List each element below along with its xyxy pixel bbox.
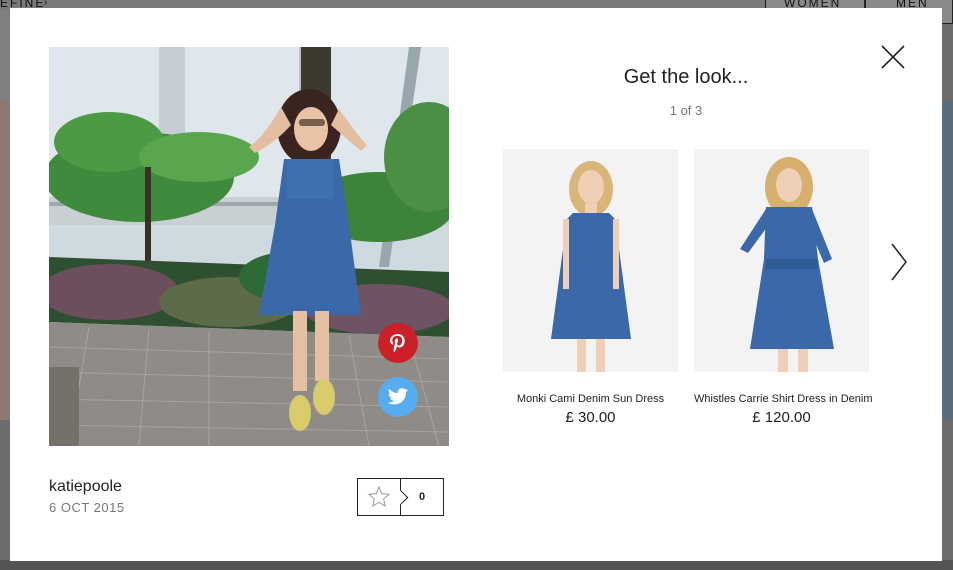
- product-photo: [694, 149, 869, 372]
- like-button[interactable]: 0: [357, 478, 444, 516]
- look-pagination: 1 of 3: [669, 103, 703, 118]
- chevron-right-icon[interactable]: [886, 242, 910, 282]
- post-date: 6 OCT 2015: [49, 500, 125, 515]
- product-price: £ 30.00: [565, 409, 616, 426]
- product-card[interactable]: Whistles Carrie Shirt Dress in Denim £ 1…: [694, 149, 872, 426]
- product-price: £ 120.00: [752, 409, 811, 426]
- product-card[interactable]: Monki Cami Denim Sun Dress £ 30.00: [503, 149, 678, 426]
- username[interactable]: katiepoole: [49, 478, 122, 496]
- twitter-share-button[interactable]: [378, 377, 418, 417]
- chevron-right-icon: ›: [44, 0, 48, 8]
- background-tile: [0, 100, 10, 420]
- get-the-look-title: Get the look...: [623, 66, 749, 88]
- product-name[interactable]: Monki Cami Denim Sun Dress: [503, 393, 678, 405]
- product-photo: [503, 149, 678, 372]
- background-tile: [942, 100, 953, 420]
- product-image[interactable]: [503, 149, 678, 372]
- user-photo[interactable]: [49, 47, 449, 446]
- pinterest-icon: [390, 334, 405, 353]
- product-image[interactable]: [694, 149, 869, 372]
- star-icon: [367, 485, 391, 508]
- close-icon[interactable]: [880, 44, 906, 70]
- background-tile: [0, 560, 953, 570]
- like-star: [358, 479, 401, 515]
- product-name[interactable]: Whistles Carrie Shirt Dress in Denim: [694, 393, 872, 405]
- pinterest-share-button[interactable]: [378, 323, 418, 363]
- get-the-look-modal: katiepoole 6 OCT 2015 0 Get the look... …: [10, 8, 942, 561]
- twitter-icon: [387, 388, 409, 405]
